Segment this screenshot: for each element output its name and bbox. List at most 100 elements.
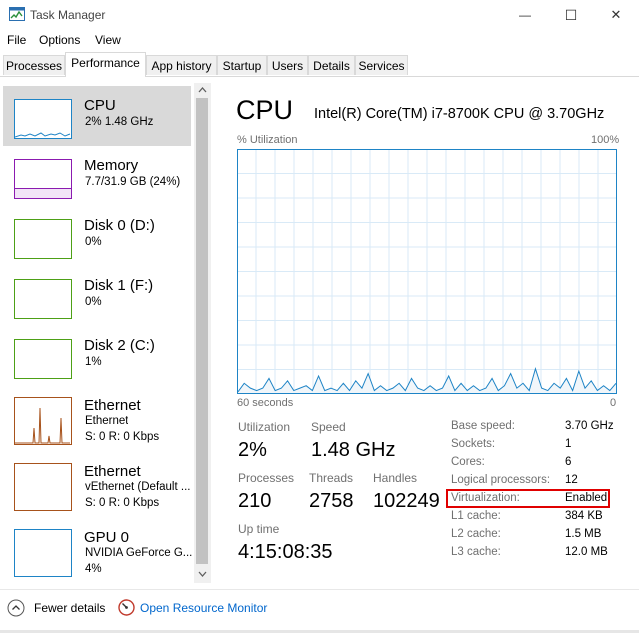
close-button[interactable]: ✕ <box>593 0 639 30</box>
spec-value: 12 <box>565 474 578 486</box>
maximize-button[interactable]: ☐ <box>548 0 594 30</box>
resource-item-disk-0[interactable]: Disk 0 (D:) 0% <box>3 206 191 266</box>
graph-y-max: 100% <box>591 134 620 146</box>
cpu-model: Intel(R) Core(TM) i7-8700K CPU @ 3.70GHz <box>314 106 605 122</box>
cpu-thumbnail-graph <box>14 99 72 139</box>
ethernet-thumbnail-graph <box>14 463 72 511</box>
gpu-thumbnail-graph <box>14 529 72 577</box>
tab-services[interactable]: Services <box>355 55 408 75</box>
fewer-details-label: Fewer details <box>34 601 106 615</box>
menu-view[interactable]: View <box>95 33 121 47</box>
resource-item-disk-2[interactable]: Disk 2 (C:) 1% <box>3 326 191 386</box>
maximize-icon: ☐ <box>564 6 578 23</box>
resource-list: CPU 2% 1.48 GHz Memory 7.7/31.9 GB (24%)… <box>0 83 210 583</box>
resource-detail: 0% <box>85 296 102 308</box>
resource-name: Disk 2 (C:) <box>84 337 155 354</box>
utilization-label: Utilization <box>238 420 291 434</box>
resource-usage: 4% <box>85 563 102 575</box>
threads-value: 2758 <box>309 490 354 512</box>
spec-label: L2 cache: <box>451 528 501 540</box>
cpu-utilization-graph <box>237 149 617 394</box>
resource-detail: Ethernet <box>85 415 129 427</box>
disk-thumbnail-graph <box>14 219 72 259</box>
resource-name: Ethernet <box>84 397 141 414</box>
resource-detail: NVIDIA GeForce G... <box>85 547 193 559</box>
close-icon: ✕ <box>610 7 622 22</box>
menu-file[interactable]: File <box>7 33 26 47</box>
tab-strip: Processes Performance App history Startu… <box>0 52 639 77</box>
spec-value: 12.0 MB <box>565 546 608 558</box>
scroll-down-icon[interactable] <box>198 571 207 577</box>
spec-label: L3 cache: <box>451 546 501 558</box>
chevron-up-circle-icon <box>7 599 25 617</box>
resource-name: Disk 1 (F:) <box>84 277 154 294</box>
tab-startup[interactable]: Startup <box>217 55 267 75</box>
resource-name: CPU <box>84 97 116 114</box>
disk-thumbnail-graph <box>14 339 72 379</box>
spec-value: 6 <box>565 456 572 468</box>
spec-label: Logical processors: <box>451 474 551 486</box>
spec-value: 1 <box>565 438 572 450</box>
resource-detail: 1% <box>85 356 102 368</box>
resource-detail: 2% 1.48 GHz <box>85 116 154 128</box>
memory-thumbnail-graph <box>14 159 72 199</box>
fewer-details-button[interactable]: Fewer details <box>7 599 105 617</box>
scroll-up-icon[interactable] <box>198 87 207 93</box>
uptime-value: 4:15:08:35 <box>238 541 333 563</box>
resource-item-memory[interactable]: Memory 7.7/31.9 GB (24%) <box>3 146 191 206</box>
uptime-label: Up time <box>238 522 280 536</box>
footer: Fewer details Open Resource Monitor <box>0 589 639 626</box>
task-manager-icon <box>9 7 25 21</box>
ethernet-thumbnail-sparkline <box>15 407 70 444</box>
utilization-value: 2% <box>238 439 267 461</box>
spec-label: Base speed: <box>451 420 515 432</box>
disk-thumbnail-graph <box>14 279 72 319</box>
window-title: Task Manager <box>30 8 106 22</box>
spec-label: L1 cache: <box>451 510 501 522</box>
ethernet-thumbnail-graph <box>14 397 72 445</box>
resource-item-disk-1[interactable]: Disk 1 (F:) 0% <box>3 266 191 326</box>
tab-details[interactable]: Details <box>308 55 355 75</box>
cpu-thumbnail-sparkline <box>14 132 71 138</box>
handles-label: Handles <box>373 471 418 485</box>
minimize-button[interactable]: — <box>502 0 548 30</box>
resource-detail: vEthernet (Default ... <box>85 481 191 493</box>
resource-monitor-icon <box>118 599 135 616</box>
resource-name: Memory <box>84 157 139 174</box>
resource-item-cpu[interactable]: CPU 2% 1.48 GHz <box>3 86 191 146</box>
tab-processes[interactable]: Processes <box>3 55 65 75</box>
virtualization-highlight-box <box>446 489 610 508</box>
speed-label: Speed <box>311 420 346 434</box>
scrollbar-thumb[interactable] <box>196 98 208 564</box>
spec-value: 3.70 GHz <box>565 420 614 432</box>
handles-value: 102249 <box>373 490 440 512</box>
resource-name: Disk 0 (D:) <box>84 217 155 234</box>
processes-label: Processes <box>238 471 295 485</box>
menu-bar: File Options View <box>0 30 639 50</box>
tab-app-history[interactable]: App history <box>146 55 217 75</box>
graph-x-end: 0 <box>610 397 617 409</box>
resource-item-ethernet-2[interactable]: Ethernet vEthernet (Default ... S: 0 R: … <box>3 452 191 518</box>
open-resource-monitor-label: Open Resource Monitor <box>140 600 268 615</box>
resource-name: Ethernet <box>84 463 141 480</box>
spec-label: Cores: <box>451 456 485 468</box>
processes-value: 210 <box>238 490 272 512</box>
menu-options[interactable]: Options <box>39 33 80 47</box>
spec-value: 384 KB <box>565 510 603 522</box>
resource-item-gpu-0[interactable]: GPU 0 NVIDIA GeForce G... 4% <box>3 518 193 584</box>
resource-throughput: S: 0 R: 0 Kbps <box>85 497 160 509</box>
resource-detail: 0% <box>85 236 102 248</box>
graph-x-label: 60 seconds <box>237 397 294 409</box>
graph-y-label: % Utilization <box>237 134 298 146</box>
resource-detail: 7.7/31.9 GB (24%) <box>85 176 181 188</box>
page-title: CPU <box>236 95 294 125</box>
open-resource-monitor-link[interactable]: Open Resource Monitor <box>118 599 267 616</box>
tab-users[interactable]: Users <box>267 55 308 75</box>
spec-value: 1.5 MB <box>565 528 602 540</box>
threads-label: Threads <box>309 471 354 485</box>
resource-throughput: S: 0 R: 0 Kbps <box>85 431 160 443</box>
title-bar: Task Manager — ☐ ✕ <box>0 0 639 30</box>
resource-name: GPU 0 <box>84 529 130 546</box>
resource-item-ethernet-1[interactable]: Ethernet Ethernet S: 0 R: 0 Kbps <box>3 386 191 452</box>
tab-performance[interactable]: Performance <box>65 52 146 77</box>
